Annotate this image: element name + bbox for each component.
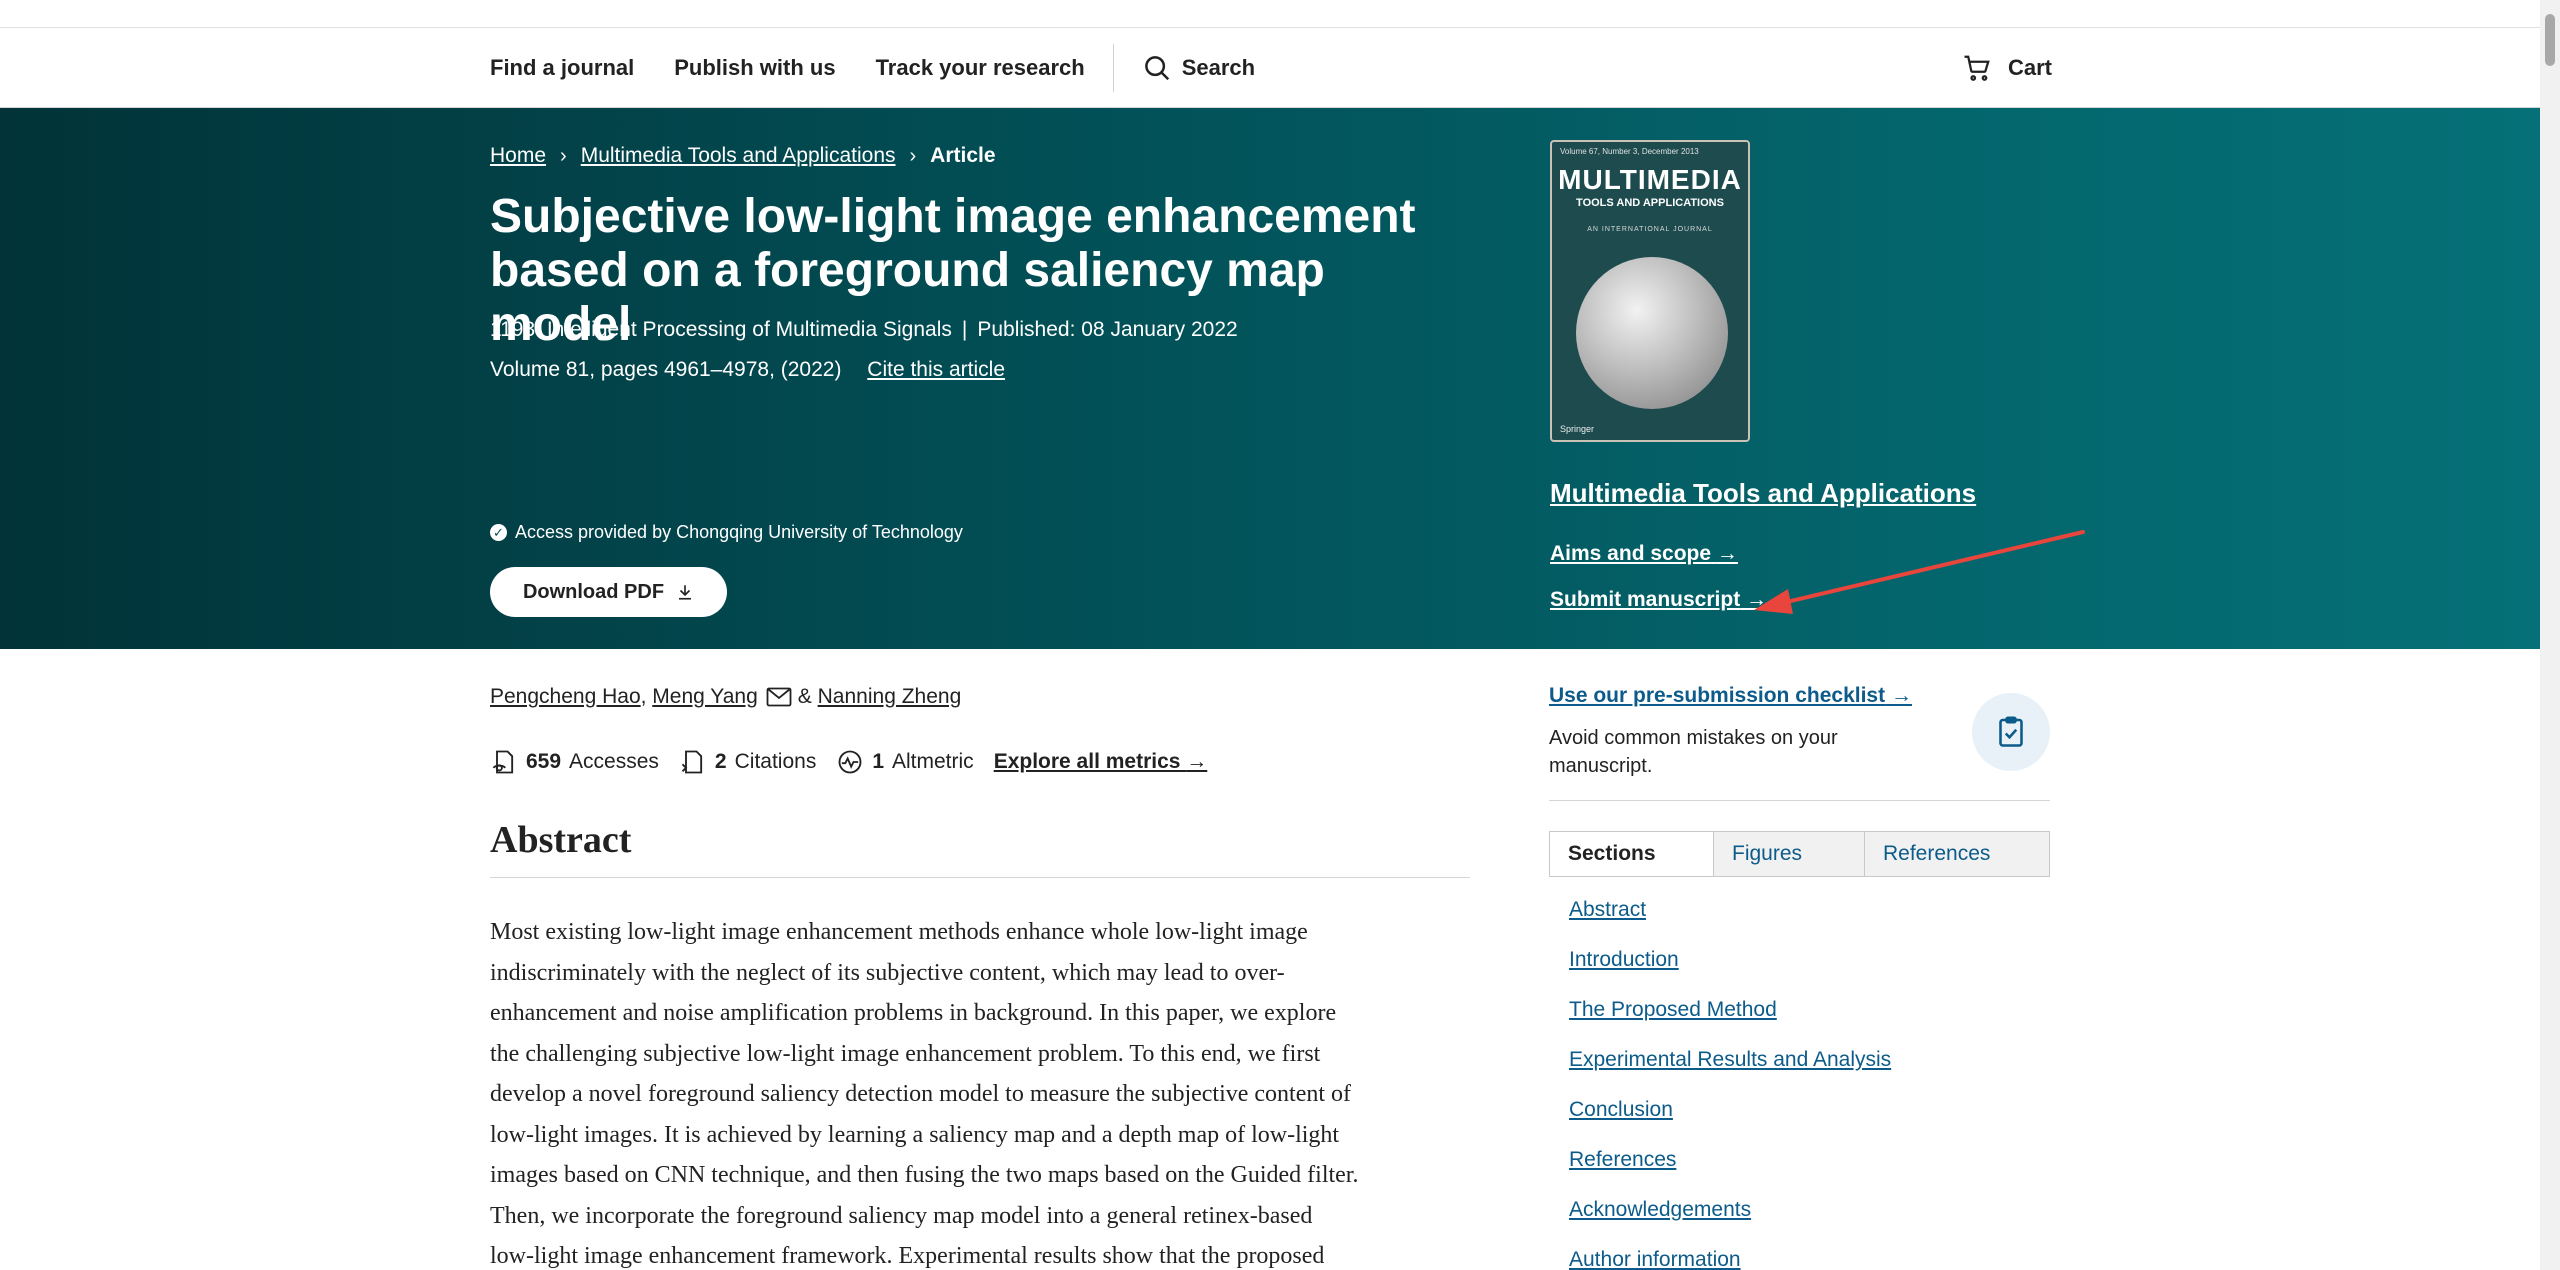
cart-icon (1964, 55, 1990, 81)
author-link[interactable]: Pengcheng Hao (490, 685, 641, 709)
article-hero: Home › Multimedia Tools and Applications… (0, 108, 2540, 649)
access-text: Access provided by Chongqing University … (515, 522, 963, 542)
section-link-conclusion[interactable]: Conclusion (1569, 1097, 1891, 1147)
main-nav: Find a journal Publish with us Track you… (490, 28, 1255, 108)
chevron-right-icon: › (909, 144, 917, 167)
cart-button[interactable]: Cart (1962, 28, 2052, 108)
tab-figures[interactable]: Figures (1713, 832, 1864, 876)
chevron-right-icon: › (560, 144, 567, 167)
breadcrumb-journal[interactable]: Multimedia Tools and Applications (581, 144, 896, 168)
author-ampersand: & (797, 685, 812, 708)
browser-top-strip (0, 0, 2540, 28)
submit-manuscript-link[interactable]: Submit manuscript → (1550, 588, 1767, 612)
cover-globe-illustration (1576, 257, 1728, 409)
tab-sections[interactable]: Sections (1550, 832, 1713, 876)
article-volume-row: Volume 81, pages 4961–4978, (2022) Cite … (490, 358, 1005, 382)
article-meta: 1193: Intelligent Processing of Multimed… (490, 318, 1238, 342)
abstract-line: images based on CNN technique, and then … (490, 1162, 1359, 1188)
section-link-abstract[interactable]: Abstract (1569, 897, 1891, 947)
citations-icon (681, 750, 703, 774)
section-link-acknowledgements[interactable]: Acknowledgements (1569, 1197, 1891, 1247)
section-link-proposed-method[interactable]: The Proposed Method (1569, 997, 1891, 1047)
arrow-right-icon: → (1746, 588, 1768, 611)
search-button[interactable]: Search (1142, 53, 1255, 83)
clipboard-check-icon (1972, 693, 2050, 771)
abstract-divider (490, 877, 1470, 878)
nav-divider (1112, 44, 1114, 92)
metric-accesses: 659 Accesses (490, 748, 659, 776)
search-label: Search (1181, 55, 1256, 80)
download-pdf-label: Download PDF (522, 580, 665, 603)
arrow-right-icon: → (1186, 750, 1208, 773)
explore-metrics-link[interactable]: Explore all metrics → (994, 750, 1208, 774)
nav-track-research[interactable]: Track your research (876, 55, 1085, 81)
pre-submission-checklist-link[interactable]: Use our pre-submission checklist → (1549, 684, 1912, 708)
cover-subtitle: TOOLS AND APPLICATIONS (1576, 197, 1724, 209)
abstract-heading: Abstract (490, 819, 632, 861)
article-volume: Volume 81, pages 4961–4978, (2022) (490, 358, 842, 381)
cover-volume: Volume 67, Number 3, December 2013 (1560, 147, 1699, 156)
nav-publish[interactable]: Publish with us (674, 55, 835, 81)
breadcrumb: Home › Multimedia Tools and Applications… (490, 144, 996, 168)
journal-cover-image[interactable]: Volume 67, Number 3, December 2013 MULTI… (1550, 140, 1750, 442)
section-link-author-information[interactable]: Author information (1569, 1247, 1891, 1270)
altmetric-icon (838, 750, 862, 774)
cover-title: MULTIMEDIA (1558, 164, 1742, 195)
scrollbar-thumb[interactable] (2545, 14, 2555, 66)
cover-publisher: Springer (1560, 424, 1595, 434)
author-link[interactable]: Meng Yang (652, 685, 757, 709)
access-notice: ✓ Access provided by Chongqing Universit… (490, 522, 963, 543)
article-collection: 1193: Intelligent Processing of Multimed… (490, 318, 952, 341)
search-icon (1144, 56, 1169, 81)
abstract-line: enhancement and noise amplification prob… (490, 1000, 1337, 1026)
article-metrics: 659 Accesses 2 Citations 1 Altmetric Explor… (490, 748, 1207, 776)
metric-altmetric: 1 Altmetric (836, 748, 974, 776)
article-published: Published: 08 January 2022 (977, 318, 1238, 341)
author-list: Pengcheng Hao, Meng Yang & Nanning Zheng (490, 685, 962, 709)
download-icon (679, 585, 692, 600)
tab-references[interactable]: References (1864, 832, 2049, 876)
check-circle-icon: ✓ (490, 524, 507, 541)
download-pdf-button[interactable]: Download PDF (490, 567, 727, 617)
meta-separator: | (961, 318, 968, 341)
arrow-right-icon: → (1890, 684, 1912, 707)
metric-citations: 2 Citations (679, 748, 816, 776)
accesses-icon (492, 750, 514, 774)
cite-article-link[interactable]: Cite this article (867, 358, 1005, 381)
author-link[interactable]: Nanning Zheng (818, 685, 962, 709)
breadcrumb-home[interactable]: Home (490, 144, 546, 168)
section-link-references[interactable]: References (1569, 1147, 1891, 1197)
abstract-line: low-light images. It is achieved by lear… (490, 1121, 1340, 1148)
abstract-line: indiscriminately with the neglect of its… (490, 959, 1285, 986)
section-nav-list: Abstract Introduction The Proposed Metho… (1569, 897, 1891, 1270)
nav-find-journal[interactable]: Find a journal (490, 55, 634, 81)
abstract-line: the challenging subjective low-light ima… (490, 1040, 1321, 1067)
cover-tagline: AN INTERNATIONAL JOURNAL (1587, 226, 1713, 233)
sidebar-divider (1549, 800, 2050, 801)
section-link-introduction[interactable]: Introduction (1569, 947, 1891, 997)
journal-name-link[interactable]: Multimedia Tools and Applications (1550, 478, 1976, 509)
arrow-right-icon: → (1716, 542, 1738, 565)
section-link-experimental-results[interactable]: Experimental Results and Analysis (1569, 1047, 1891, 1097)
cart-label: Cart (2008, 55, 2053, 80)
mail-icon[interactable] (766, 687, 792, 707)
checklist-description: Avoid common mistakes on your manuscript… (1549, 727, 1838, 777)
abstract-line: Then, we incorporate the foreground sali… (490, 1202, 1313, 1229)
abstract-text: Most existing low-light image enhancemen… (490, 912, 1480, 1270)
sidebar-tabs: Sections Figures References (1549, 831, 2050, 877)
abstract-line: Most existing low-light image enhancemen… (490, 919, 1308, 945)
page-scrollbar[interactable] (2540, 0, 2560, 1270)
abstract-line: develop a novel foreground saliency dete… (490, 1081, 1352, 1107)
site-header: Find a journal Publish with us Track you… (0, 28, 2540, 108)
aims-scope-link[interactable]: Aims and scope → (1550, 542, 1738, 566)
abstract-line: low-light image enhancement framework. E… (490, 1243, 1325, 1269)
breadcrumb-current: Article (930, 144, 996, 167)
